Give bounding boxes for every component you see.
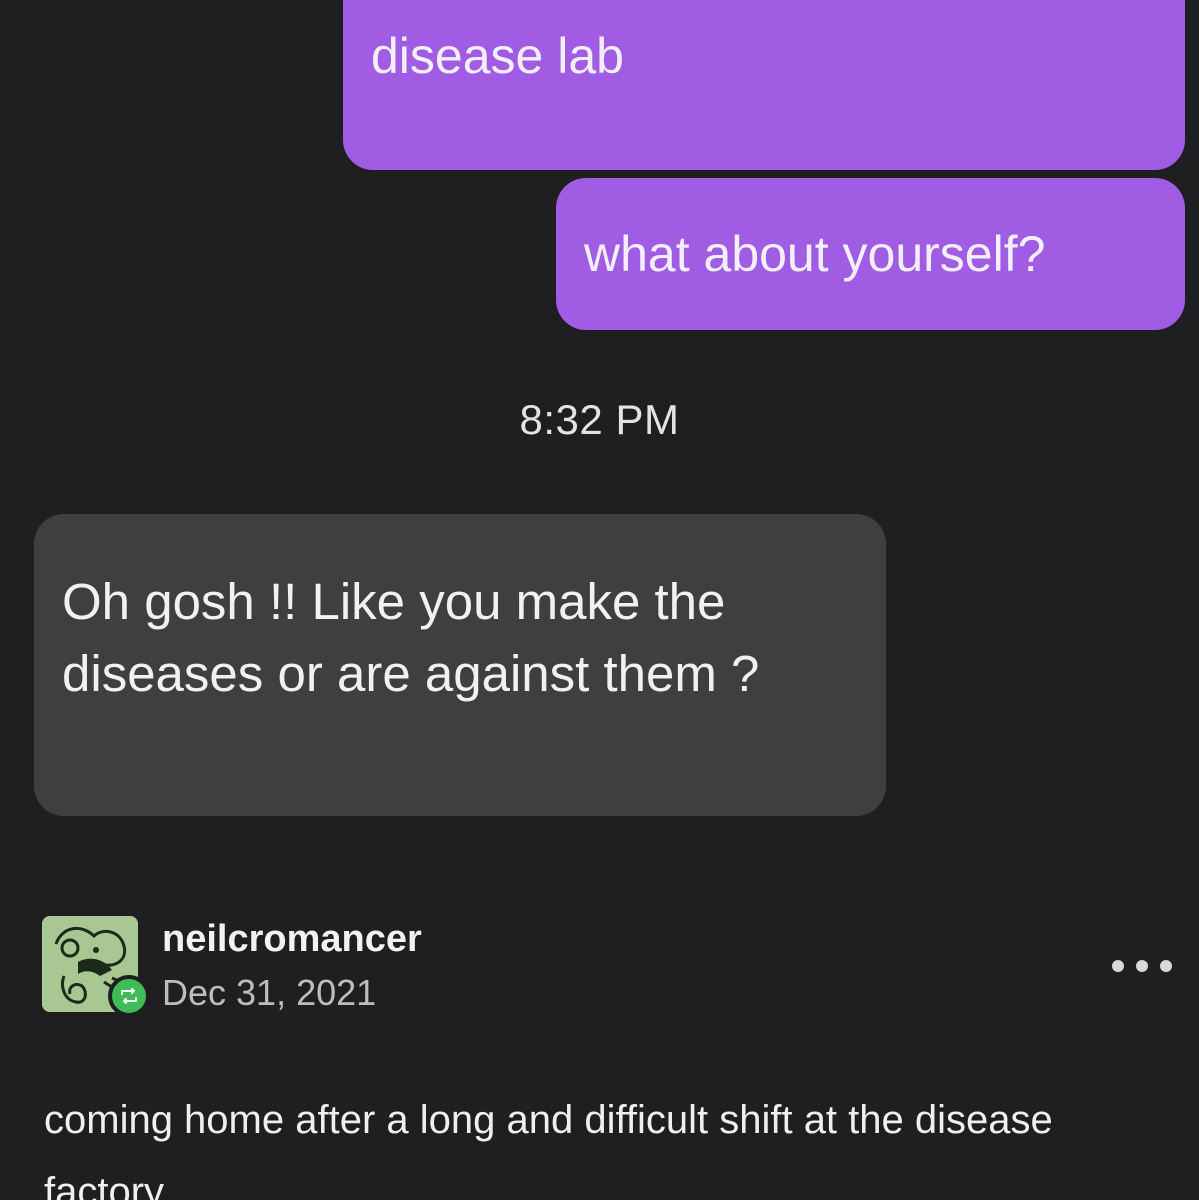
post-date: Dec 31, 2021 [162,972,377,1013]
message-text-line: disease lab [371,28,624,84]
sent-message-bubble[interactable]: i work at an infectious disease lab [343,0,1185,170]
sent-message-bubble[interactable]: what about yourself? [556,178,1185,330]
message-timestamp: 8:32 PM [519,396,680,443]
post-body-text: coming home after a long and difficult s… [44,1098,1053,1200]
message-text: what about yourself? [584,226,1046,282]
message-text-line: i work at an infectious [371,0,852,14]
reblog-icon [108,975,150,1017]
message-text: Oh gosh !! Like you make the diseases or… [62,573,760,702]
post-username[interactable]: neilcromancer [162,918,422,961]
dot [1136,960,1148,972]
received-message-bubble[interactable]: Oh gosh !! Like you make the diseases or… [34,514,886,816]
more-options-icon[interactable] [1112,952,1172,980]
dot [1112,960,1124,972]
dot [1160,960,1172,972]
